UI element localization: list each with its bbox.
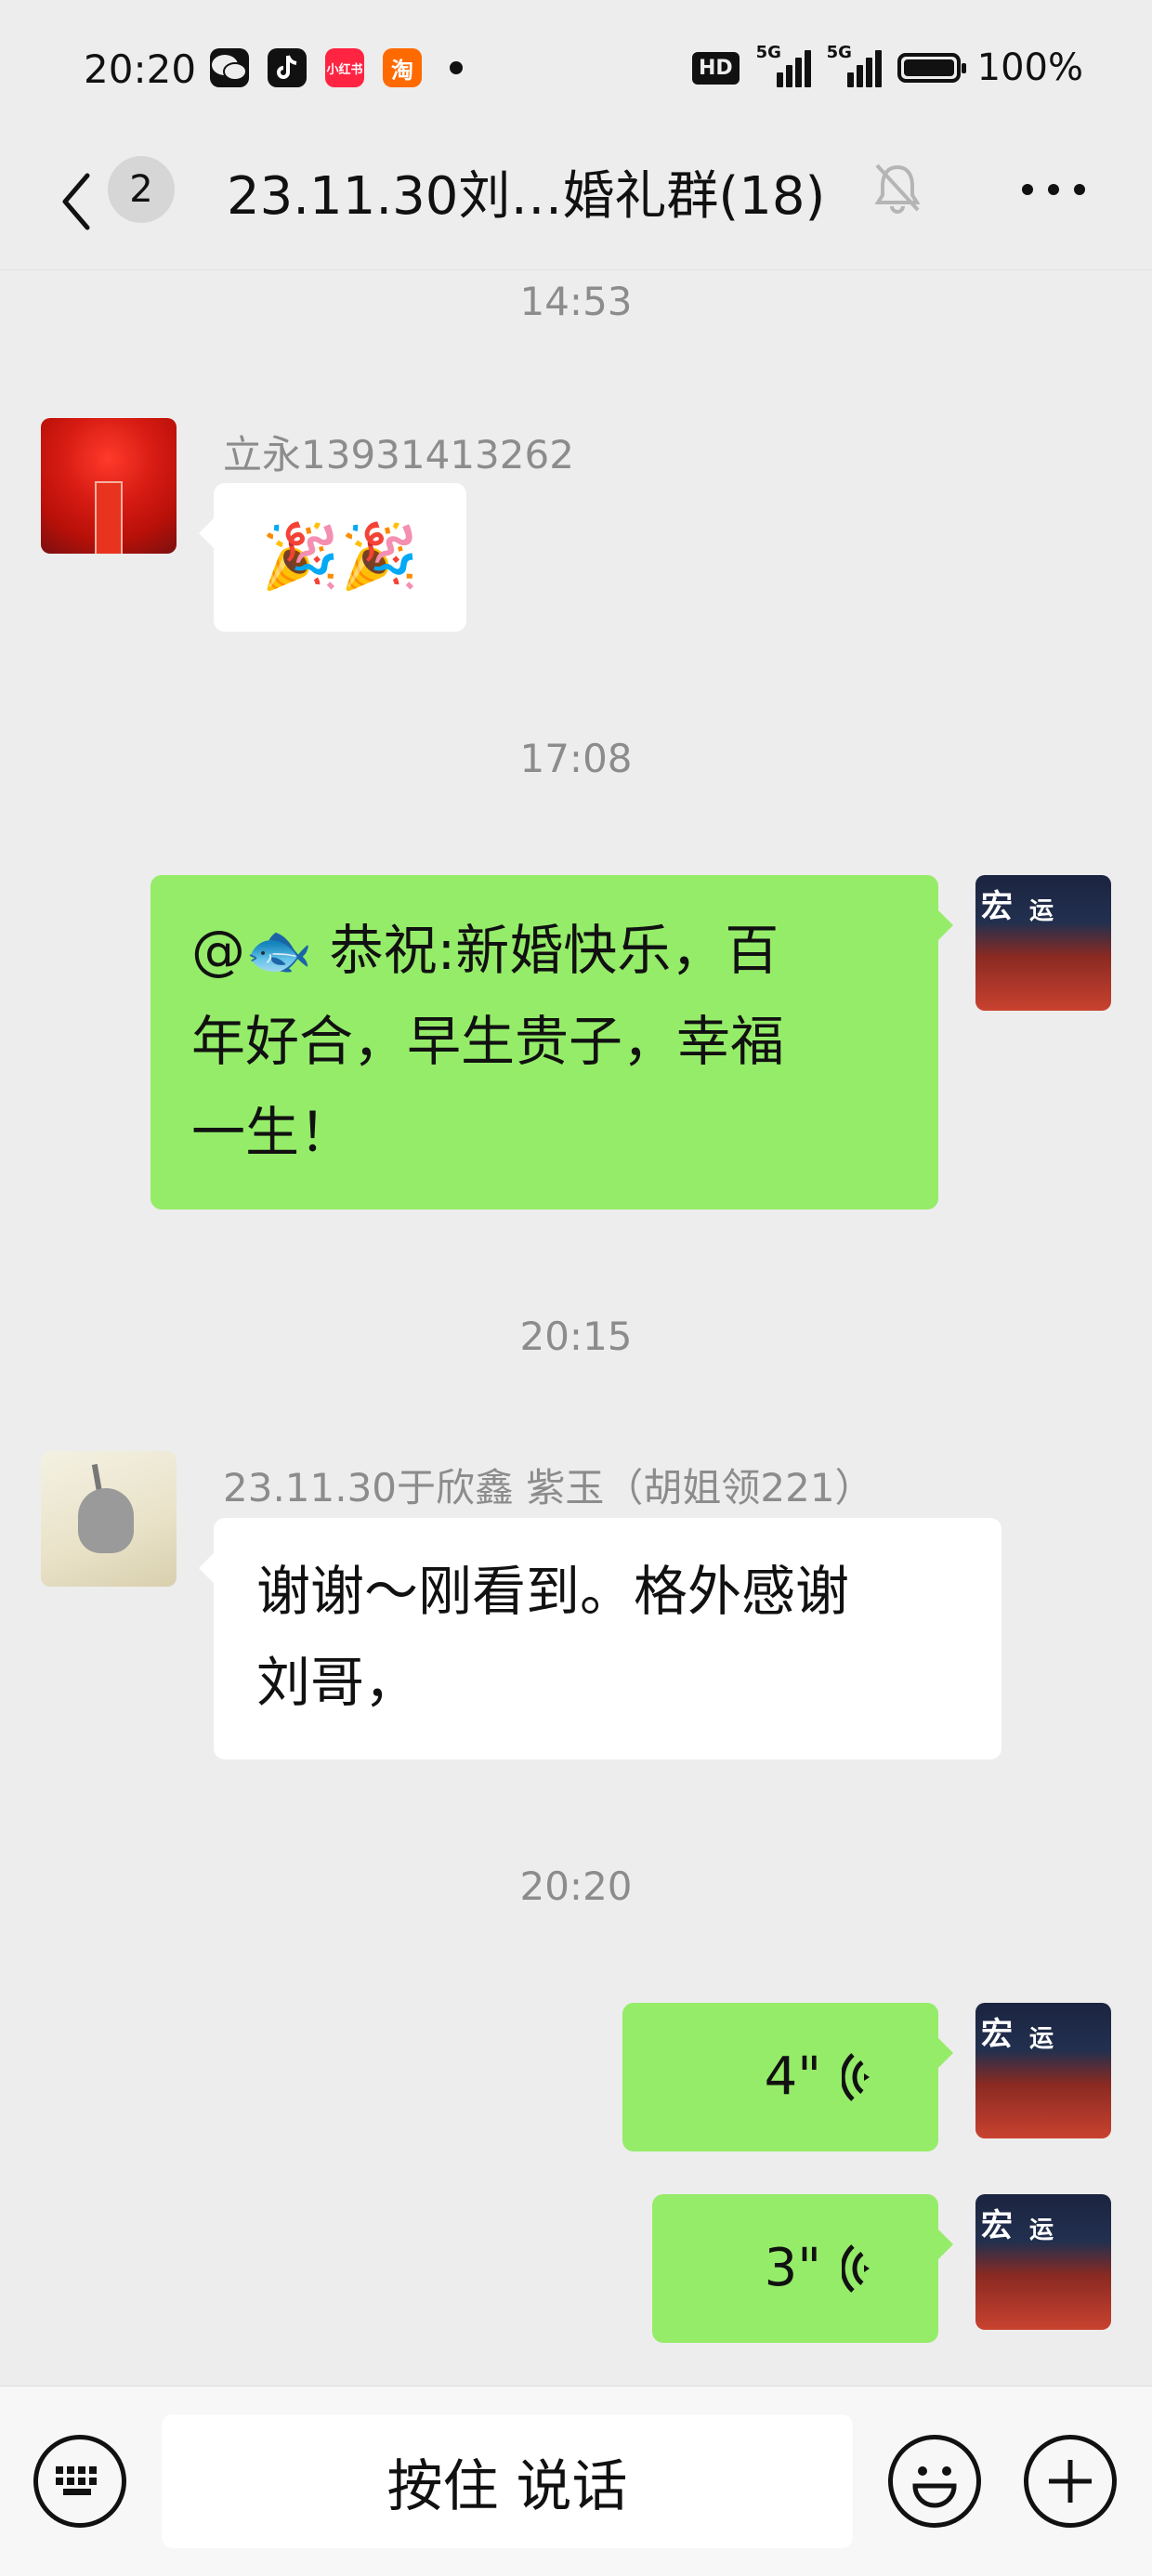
voice-wave-icon [842, 2244, 870, 2293]
sender-name: 23.11.30于欣鑫 紫玉（胡姐领221） [223, 1465, 874, 1510]
message-text-line: 一生！ [191, 1101, 354, 1164]
chat-header: 2 23.11.30刘…婚礼群(18) [0, 139, 1152, 270]
my-avatar[interactable]: 宏运 [975, 875, 1111, 1011]
voice-message[interactable]: 3" [652, 2194, 953, 2343]
network-label-2: 5G [826, 43, 852, 62]
back-button[interactable] [48, 160, 104, 243]
message-text-line: 刘哥， [256, 1651, 419, 1714]
emoji-button[interactable] [888, 2435, 981, 2528]
chevron-left-icon [62, 173, 90, 230]
message-bubble[interactable]: @🐟 恭祝:新婚快乐，百 年好合，早生贵子，幸福 一生！ [151, 875, 953, 1210]
taobao-label: 淘 [391, 57, 413, 84]
signal-icon: 5G [756, 43, 811, 87]
hd-icon: HD [691, 51, 740, 85]
unread-count-badge[interactable]: 2 [108, 156, 175, 223]
voice-duration: 4" [764, 2046, 821, 2107]
status-time: 20:20 [84, 46, 197, 92]
plus-icon [1049, 2460, 1092, 2503]
timestamp: 17:08 [519, 736, 633, 781]
smiley-icon [912, 2466, 957, 2508]
more-options-button[interactable] [1022, 184, 1085, 195]
network-label: 5G [755, 43, 781, 62]
keyboard-toggle-button[interactable] [33, 2435, 126, 2528]
message-text-line: 年好合，早生贵子，幸福 [191, 1010, 785, 1073]
message-text: 🎉🎉 [261, 520, 419, 594]
message-text-line: 谢谢～刚看到。格外感谢 [256, 1560, 850, 1623]
status-right: HD 5G 5G 100% [691, 43, 1083, 89]
douyin-icon [268, 48, 307, 87]
voice-wave-icon [842, 2053, 870, 2101]
hold-to-talk-button[interactable]: 按住 说话 [162, 2414, 853, 2548]
chat-title: 23.11.30刘…婚礼群(18) [227, 166, 826, 227]
more-functions-button[interactable] [1024, 2435, 1117, 2528]
xiaohongshu-icon: 小红书 [325, 48, 364, 87]
my-avatar[interactable]: 宏运 [975, 2003, 1111, 2138]
signal-icon-2: 5G [827, 43, 882, 87]
timestamp: 20:20 [519, 1863, 633, 1909]
avatar[interactable] [41, 1451, 177, 1587]
battery-percent: 100% [976, 46, 1083, 89]
input-bar: 按住 说话 [0, 2386, 1152, 2576]
muted-bell-icon [871, 160, 923, 219]
status-bar: 20:20 小红书 淘 HD 5G 5G 100% [0, 0, 1152, 139]
taobao-icon: 淘 [383, 48, 422, 87]
battery-icon [897, 53, 966, 83]
notification-dot [450, 61, 463, 74]
avatar[interactable] [41, 418, 177, 554]
voice-message[interactable]: 4" [622, 2003, 953, 2151]
message-bubble[interactable]: 谢谢～刚看到。格外感谢 刘哥， [199, 1518, 1001, 1759]
sender-name: 立永13931413262 [223, 432, 574, 477]
voice-duration: 3" [764, 2238, 821, 2298]
message-bubble[interactable]: 🎉🎉 [199, 483, 466, 632]
wechat-icon [210, 48, 249, 87]
my-avatar[interactable]: 宏运 [975, 2194, 1111, 2330]
message-text-line: @🐟 恭祝:新婚快乐，百 [191, 919, 779, 982]
xiaohongshu-label: 小红书 [326, 62, 363, 77]
timestamp: 20:15 [519, 1314, 633, 1359]
keyboard-icon [56, 2466, 97, 2495]
timestamp: 14:53 [519, 279, 633, 324]
